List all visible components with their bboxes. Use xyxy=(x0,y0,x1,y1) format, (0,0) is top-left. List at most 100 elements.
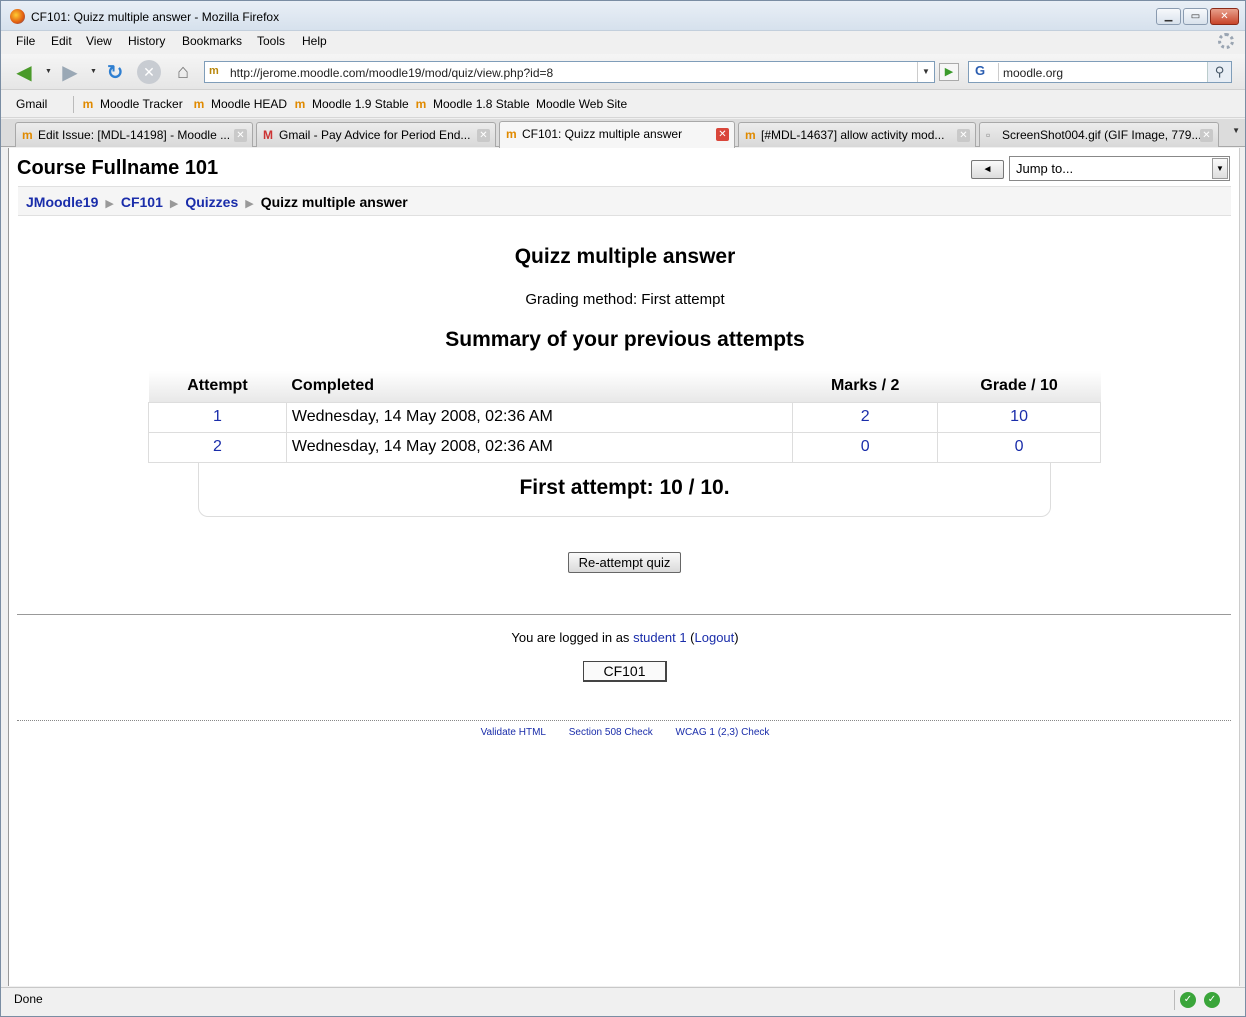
tab-edit-issue[interactable]: m Edit Issue: [MDL-14198] - Moodle ... ✕ xyxy=(15,122,253,147)
tab-label: Edit Issue: [MDL-14198] - Moodle ... xyxy=(38,128,231,142)
grade-link[interactable]: 10 xyxy=(937,401,1101,433)
menu-file[interactable]: File xyxy=(16,34,35,48)
jump-to-label: Jump to... xyxy=(1016,161,1074,176)
menu-help[interactable]: Help xyxy=(302,34,327,48)
column-completed: Completed xyxy=(286,371,793,403)
status-text: Done xyxy=(14,992,43,1006)
reattempt-quiz-button[interactable]: Re-attempt quiz xyxy=(568,552,681,573)
bookmark-moodle-18-stable[interactable]: m Moodle 1.8 Stable xyxy=(414,97,530,111)
attempt-number-link[interactable]: 2 xyxy=(148,431,287,463)
breadcrumb-separator-icon: ▶ xyxy=(169,198,179,210)
breadcrumb-site[interactable]: JMoodle19 xyxy=(26,194,98,210)
close-tab-icon[interactable]: ✕ xyxy=(234,129,247,142)
dotted-divider xyxy=(17,720,1231,721)
tab-mdl-14637[interactable]: m [#MDL-14637] allow activity mod... ✕ xyxy=(738,122,976,147)
menu-bookmarks[interactable]: Bookmarks xyxy=(182,34,242,48)
site-favicon-icon: m xyxy=(209,65,219,77)
go-button-icon[interactable]: ▶ xyxy=(939,63,959,81)
bookmark-label: Moodle 1.9 Stable xyxy=(312,97,409,111)
moodle-icon: m xyxy=(82,97,94,111)
minimize-icon[interactable]: ▁ xyxy=(1156,8,1181,25)
reload-icon[interactable]: ↻ xyxy=(102,59,128,85)
marks-link[interactable]: 0 xyxy=(792,431,939,463)
final-grade-text: First attempt: 10 / 10. xyxy=(519,476,730,499)
breadcrumb-course[interactable]: CF101 xyxy=(121,194,163,210)
tab-cf101-quiz[interactable]: m CF101: Quizz multiple answer ✕ xyxy=(499,121,735,148)
stop-icon[interactable]: ✕ xyxy=(137,60,161,84)
status-bar: Done ✓ ✓ xyxy=(1,987,1245,1012)
wcag-link[interactable]: WCAG 1 (2,3) Check xyxy=(676,727,770,738)
search-icon[interactable]: ⚲ xyxy=(1207,62,1231,82)
close-icon[interactable]: ✕ xyxy=(1210,8,1239,25)
moodle-icon: m xyxy=(745,128,756,142)
chevron-down-icon[interactable]: ▼ xyxy=(1212,158,1228,179)
tab-label: [#MDL-14637] allow activity mod... xyxy=(761,128,945,142)
divider xyxy=(17,614,1231,615)
search-input[interactable]: moodle.org xyxy=(1003,66,1063,80)
footer-links: Validate HTML Section 508 Check WCAG 1 (… xyxy=(9,727,1239,738)
close-tab-icon[interactable]: ✕ xyxy=(477,129,490,142)
moodle-icon: m xyxy=(22,128,33,142)
close-tab-icon[interactable]: ✕ xyxy=(957,129,970,142)
url-history-dropdown-icon[interactable]: ▼ xyxy=(917,62,934,82)
table-header-row: Attempt Completed Marks / 2 Grade / 10 xyxy=(148,371,1101,403)
tab-gmail[interactable]: M Gmail - Pay Advice for Period End... ✕ xyxy=(256,122,496,147)
gmail-icon: M xyxy=(263,128,273,142)
bookmark-moodle-19-stable[interactable]: m Moodle 1.9 Stable xyxy=(293,97,409,111)
search-bar[interactable]: G moodle.org ⚲ xyxy=(968,61,1232,83)
attempts-table: Attempt Completed Marks / 2 Grade / 10 1… xyxy=(148,371,1101,463)
user-profile-link[interactable]: student 1 xyxy=(633,630,687,645)
title-bar: CF101: Quizz multiple answer - Mozilla F… xyxy=(1,1,1245,31)
logout-link[interactable]: Logout xyxy=(695,630,735,645)
menu-history[interactable]: History xyxy=(128,34,165,48)
bookmark-label: Moodle Tracker xyxy=(100,97,183,111)
tab-screenshot-gif[interactable]: ▫ ScreenShot004.gif (GIF Image, 779... ✕ xyxy=(979,122,1219,147)
home-icon[interactable]: ⌂ xyxy=(170,59,196,85)
forward-history-dropdown-icon[interactable]: ▼ xyxy=(90,68,97,75)
course-home-button[interactable]: CF101 xyxy=(583,661,667,682)
html-validator-ok-icon[interactable]: ✓ xyxy=(1180,992,1196,1008)
firefox-icon xyxy=(10,9,25,24)
breadcrumb-current: Quizz multiple answer xyxy=(260,194,408,210)
status-check-icon[interactable]: ✓ xyxy=(1204,992,1220,1008)
jump-previous-button[interactable]: ◄ xyxy=(971,160,1004,179)
close-tab-icon[interactable]: ✕ xyxy=(1200,129,1213,142)
menu-bar: File Edit View History Bookmarks Tools H… xyxy=(1,31,1245,53)
marks-link[interactable]: 2 xyxy=(792,401,939,433)
tab-label: Gmail - Pay Advice for Period End... xyxy=(279,128,471,142)
bookmark-gmail[interactable]: Gmail xyxy=(16,97,47,257)
summary-heading: Summary of your previous attempts xyxy=(445,328,805,351)
menu-view[interactable]: View xyxy=(86,34,112,48)
status-divider xyxy=(1174,990,1175,1010)
bookmark-moodle-tracker[interactable]: m Moodle Tracker xyxy=(81,97,183,111)
close-tab-icon[interactable]: ✕ xyxy=(716,128,729,141)
column-attempt: Attempt xyxy=(148,371,287,403)
google-engine-icon[interactable]: G xyxy=(971,63,999,81)
tab-bar: m Edit Issue: [MDL-14198] - Moodle ... ✕… xyxy=(1,119,1245,148)
breadcrumb-separator-icon: ▶ xyxy=(245,198,254,210)
grade-link[interactable]: 0 xyxy=(937,431,1101,463)
bookmark-moodle-head[interactable]: m Moodle HEAD xyxy=(192,97,287,111)
throbber-icon xyxy=(1218,33,1234,49)
breadcrumb-quizzes[interactable]: Quizzes xyxy=(185,194,238,210)
logged-in-prefix: You are logged in as xyxy=(511,630,630,645)
menu-edit[interactable]: Edit xyxy=(51,34,72,48)
maximize-icon[interactable]: ▭ xyxy=(1183,8,1208,25)
moodle-icon: m xyxy=(294,97,306,111)
url-text[interactable]: http://jerome.moodle.com/moodle19/mod/qu… xyxy=(230,66,553,80)
back-arrow-icon[interactable]: ◀ xyxy=(11,59,37,85)
column-marks: Marks / 2 xyxy=(792,371,938,403)
attempt-number-link[interactable]: 1 xyxy=(148,401,287,433)
course-title: Course Fullname 101 xyxy=(17,157,219,179)
login-info: You are logged in as student 1 (Logout) xyxy=(511,630,739,645)
bookmark-moodle-web-site[interactable]: Moodle Web Site xyxy=(536,97,627,257)
validate-html-link[interactable]: Validate HTML xyxy=(481,727,546,738)
menu-tools[interactable]: Tools xyxy=(257,34,285,48)
bookmark-label: Moodle 1.8 Stable xyxy=(433,97,530,111)
section-508-link[interactable]: Section 508 Check xyxy=(569,727,653,738)
back-history-dropdown-icon[interactable]: ▼ xyxy=(45,68,52,75)
tab-list-dropdown-icon[interactable]: ▼ xyxy=(1232,126,1240,135)
url-bar[interactable]: m http://jerome.moodle.com/moodle19/mod/… xyxy=(204,61,935,83)
forward-arrow-icon[interactable]: ▶ xyxy=(57,59,83,85)
jump-to-select[interactable]: Jump to... ▼ xyxy=(1009,156,1230,181)
